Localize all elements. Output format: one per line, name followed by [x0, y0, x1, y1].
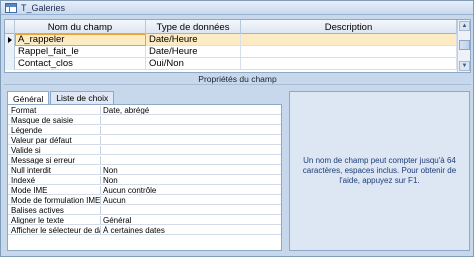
scroll-up-icon[interactable]: ▲ [459, 21, 470, 31]
property-value[interactable] [101, 146, 281, 154]
property-value[interactable]: Non [101, 166, 281, 174]
property-row[interactable]: Message si erreur [8, 156, 281, 165]
property-label: Format [8, 106, 101, 114]
description-cell[interactable] [241, 58, 457, 70]
header-description[interactable]: Description [241, 20, 457, 34]
property-value[interactable]: À certaines dates [101, 226, 281, 234]
property-label: Mode de formulation IME [8, 196, 101, 204]
scroll-down-icon[interactable]: ▼ [459, 61, 470, 71]
grid-header: Nom du champ Type de données Description [5, 20, 457, 34]
property-value[interactable]: Aucun contrôle [101, 186, 281, 194]
table-design-window: T_Galeries Nom du champ Type de données … [0, 0, 474, 257]
property-row[interactable]: Aligner le texte Général [8, 216, 281, 225]
property-label: Null interdit [8, 166, 101, 174]
tab-lookup[interactable]: Liste de choix [50, 91, 115, 104]
title-bar[interactable]: T_Galeries [1, 1, 473, 15]
property-row[interactable]: Légende [8, 126, 281, 135]
current-row-arrow-icon [7, 37, 12, 43]
property-label: Afficher le sélecteur de da [8, 226, 101, 234]
property-value[interactable] [101, 136, 281, 144]
property-value[interactable]: Aucun [101, 196, 281, 204]
property-row[interactable]: Null interdit Non [8, 166, 281, 175]
property-row[interactable]: Balises actives [8, 206, 281, 215]
description-cell[interactable] [241, 46, 457, 58]
property-value[interactable]: Date, abrégé [101, 106, 281, 114]
property-value[interactable] [101, 126, 281, 134]
header-data-type[interactable]: Type de données [146, 20, 241, 34]
field-grid: Nom du champ Type de données Description… [4, 19, 471, 73]
property-row[interactable]: Afficher le sélecteur de da À certaines d… [8, 226, 281, 235]
field-properties-label: Propriétés du champ [4, 74, 471, 85]
property-value[interactable] [101, 116, 281, 124]
property-value[interactable] [101, 156, 281, 164]
table-icon [5, 2, 17, 13]
tab-general[interactable]: Général [7, 91, 50, 105]
property-row[interactable]: Masque de saisie [8, 116, 281, 125]
property-row[interactable]: Mode IME Aucun contrôle [8, 186, 281, 195]
row-selector[interactable] [5, 34, 15, 46]
table-row[interactable]: Rappel_fait_le Date/Heure [5, 46, 457, 58]
property-value[interactable] [101, 206, 281, 214]
property-label: Message si erreur [8, 156, 101, 164]
table-row[interactable]: A_rappeler Date/Heure [5, 34, 457, 46]
header-field-name[interactable]: Nom du champ [15, 20, 146, 34]
property-value[interactable]: Général [101, 216, 281, 224]
description-cell[interactable] [241, 34, 457, 46]
header-corner [5, 20, 15, 34]
property-label: Valide si [8, 146, 101, 154]
property-row[interactable]: Mode de formulation IME Aucun [8, 196, 281, 205]
field-name-cell[interactable]: A_rappeler [15, 34, 146, 46]
table-row[interactable]: Contact_clos Oui/Non [5, 58, 457, 70]
scroll-thumb[interactable] [459, 40, 470, 50]
property-row[interactable]: Valide si [8, 146, 281, 155]
property-sheet: Format Date, abrégé Masque de saisie Lége… [7, 104, 282, 251]
window-title: T_Galeries [21, 2, 66, 13]
field-name-cell[interactable]: Rappel_fait_le [15, 46, 146, 58]
property-label: Indexé [8, 176, 101, 184]
field-name-cell[interactable]: Contact_clos [15, 58, 146, 70]
property-row[interactable]: Format Date, abrégé [8, 106, 281, 115]
row-selector[interactable] [5, 58, 15, 70]
data-type-cell[interactable]: Date/Heure [146, 46, 241, 58]
property-label: Aligner le texte [8, 216, 101, 224]
properties-tabs: Général Liste de choix [7, 91, 115, 105]
row-selector[interactable] [5, 46, 15, 58]
grid-vertical-scrollbar[interactable]: ▲ ▼ [457, 20, 470, 72]
help-text: Un nom de champ peut compter jusqu'à 64 … [302, 156, 457, 185]
data-type-cell[interactable]: Date/Heure [146, 34, 241, 46]
property-row[interactable]: Indexé Non [8, 176, 281, 185]
help-panel: Un nom de champ peut compter jusqu'à 64 … [289, 91, 470, 251]
property-row[interactable]: Valeur par défaut [8, 136, 281, 145]
property-label: Valeur par défaut [8, 136, 101, 144]
property-label: Mode IME [8, 186, 101, 194]
data-type-cell[interactable]: Oui/Non [146, 58, 241, 70]
property-label: Balises actives [8, 206, 101, 214]
property-label: Légende [8, 126, 101, 134]
property-value[interactable]: Non [101, 176, 281, 184]
property-label: Masque de saisie [8, 116, 101, 124]
